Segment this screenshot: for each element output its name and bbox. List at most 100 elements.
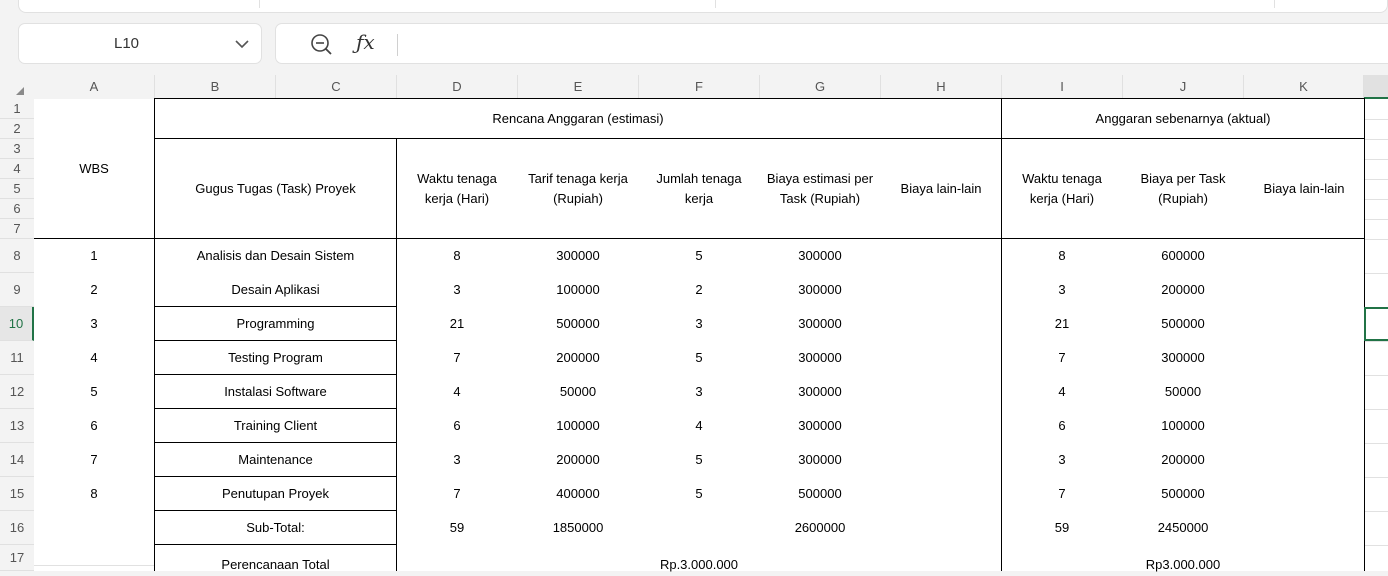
row-header-4[interactable]: 4 — [0, 159, 34, 179]
task-cell-d[interactable]: 3 — [397, 273, 517, 307]
task-cell-f[interactable]: 5 — [639, 443, 759, 477]
task-cell-wbs[interactable]: 1 — [34, 239, 154, 273]
task-cell-j[interactable]: 500000 — [1123, 477, 1243, 511]
task-cell-j[interactable]: 100000 — [1123, 409, 1243, 443]
column-header-d[interactable]: D — [397, 75, 518, 99]
task-cell-i[interactable]: 8 — [1002, 239, 1122, 273]
task-cell-wbs[interactable]: 2 — [34, 273, 154, 307]
task-cell-wbs[interactable]: 5 — [34, 375, 154, 409]
task-cell-i[interactable]: 4 — [1002, 375, 1122, 409]
task-cell-i[interactable]: 3 — [1002, 273, 1122, 307]
actual-cost-header[interactable]: Biaya per Task (Rupiah) — [1130, 139, 1236, 239]
task-cell-d[interactable]: 8 — [397, 239, 517, 273]
column-header-f[interactable]: F — [639, 75, 760, 99]
function-icon[interactable]: ƒx — [356, 30, 375, 54]
row-header-2[interactable]: 2 — [0, 119, 34, 139]
row-header-10[interactable]: 10 — [0, 307, 34, 341]
column-header-e[interactable]: E — [518, 75, 639, 99]
task-cell-j[interactable]: 50000 — [1123, 375, 1243, 409]
task-cell-name[interactable]: Desain Aplikasi — [155, 273, 396, 307]
task-cell-name[interactable]: Programming — [155, 307, 396, 341]
column-header-j[interactable]: J — [1123, 75, 1244, 99]
wbs-header[interactable]: WBS — [34, 99, 154, 239]
row-header-8[interactable]: 8 — [0, 239, 34, 273]
row-header-15[interactable]: 15 — [0, 477, 34, 511]
task-header[interactable]: Gugus Tugas (Task) Proyek — [155, 139, 396, 239]
task-cell-d[interactable]: 3 — [397, 443, 517, 477]
task-cell-wbs[interactable]: 3 — [34, 307, 154, 341]
task-cell-name[interactable]: Analisis dan Desain Sistem — [155, 239, 396, 273]
subtotal-plan-rate[interactable]: 1850000 — [518, 511, 638, 545]
task-cell-g[interactable]: 300000 — [760, 239, 880, 273]
column-header-b[interactable]: B — [155, 75, 276, 99]
task-cell-g[interactable]: 300000 — [760, 443, 880, 477]
plan-time-header[interactable]: Waktu tenaga kerja (Hari) — [404, 139, 510, 239]
task-cell-name[interactable]: Penutupan Proyek — [155, 477, 396, 511]
task-cell-name[interactable]: Testing Program — [155, 341, 396, 375]
actual-other-header[interactable]: Biaya lain-lain — [1244, 139, 1364, 239]
zoom-out-icon[interactable] — [310, 33, 334, 57]
task-cell-g[interactable]: 300000 — [760, 341, 880, 375]
task-cell-d[interactable]: 21 — [397, 307, 517, 341]
row-header-6[interactable]: 6 — [0, 199, 34, 219]
task-cell-e[interactable]: 50000 — [518, 375, 638, 409]
task-cell-d[interactable]: 7 — [397, 477, 517, 511]
actual-group-header[interactable]: Anggaran sebenarnya (aktual) — [1002, 99, 1364, 139]
column-header-h[interactable]: H — [881, 75, 1002, 99]
formula-bar[interactable]: ƒx — [275, 23, 1388, 64]
task-cell-wbs[interactable]: 7 — [34, 443, 154, 477]
row-header-1[interactable]: 1 — [0, 99, 34, 119]
plan-cost-header[interactable]: Biaya estimasi per Task (Rupiah) — [760, 139, 880, 239]
task-cell-g[interactable]: 300000 — [760, 273, 880, 307]
subtotal-plan-time[interactable]: 59 — [397, 511, 517, 545]
row-header-12[interactable]: 12 — [0, 375, 34, 409]
name-box[interactable]: L10 — [18, 23, 262, 64]
row-header-14[interactable]: 14 — [0, 443, 34, 477]
plan-count-header[interactable]: Jumlah tenaga kerja — [645, 139, 753, 239]
task-cell-wbs[interactable]: 8 — [34, 477, 154, 511]
task-cell-g[interactable]: 300000 — [760, 375, 880, 409]
actual-time-header[interactable]: Waktu tenaga kerja (Hari) — [1008, 139, 1116, 239]
row-header-17[interactable]: 17 — [0, 545, 34, 571]
subtotal-plan-cost[interactable]: 2600000 — [760, 511, 880, 545]
task-cell-f[interactable]: 3 — [639, 307, 759, 341]
task-cell-i[interactable]: 3 — [1002, 443, 1122, 477]
column-header-g[interactable]: G — [760, 75, 881, 99]
task-cell-g[interactable]: 500000 — [760, 477, 880, 511]
task-cell-wbs[interactable]: 6 — [34, 409, 154, 443]
task-cell-e[interactable]: 200000 — [518, 341, 638, 375]
task-cell-g[interactable]: 300000 — [760, 409, 880, 443]
task-cell-d[interactable]: 4 — [397, 375, 517, 409]
task-cell-f[interactable]: 5 — [639, 477, 759, 511]
task-cell-d[interactable]: 7 — [397, 341, 517, 375]
column-header-k[interactable]: K — [1244, 75, 1364, 99]
task-cell-e[interactable]: 400000 — [518, 477, 638, 511]
subtotal-actual-cost[interactable]: 2450000 — [1123, 511, 1243, 545]
task-cell-i[interactable]: 6 — [1002, 409, 1122, 443]
row-header-7[interactable]: 7 — [0, 219, 34, 239]
task-cell-name[interactable]: Maintenance — [155, 443, 396, 477]
subtotal-actual-time[interactable]: 59 — [1002, 511, 1122, 545]
task-cell-j[interactable]: 200000 — [1123, 273, 1243, 307]
task-cell-j[interactable]: 300000 — [1123, 341, 1243, 375]
task-cell-f[interactable]: 3 — [639, 375, 759, 409]
total-label[interactable]: Perencanaan Total — [155, 554, 396, 576]
task-cell-e[interactable]: 300000 — [518, 239, 638, 273]
row-header-11[interactable]: 11 — [0, 341, 34, 375]
task-cell-e[interactable]: 500000 — [518, 307, 638, 341]
task-cell-i[interactable]: 21 — [1002, 307, 1122, 341]
task-cell-f[interactable]: 2 — [639, 273, 759, 307]
task-cell-name[interactable]: Instalasi Software — [155, 375, 396, 409]
plan-rate-header[interactable]: Tarif tenaga kerja (Rupiah) — [521, 139, 635, 239]
name-box-value[interactable]: L10 — [19, 24, 234, 63]
task-cell-j[interactable]: 200000 — [1123, 443, 1243, 477]
column-header-l[interactable] — [1364, 75, 1388, 99]
plan-group-header[interactable]: Rencana Anggaran (estimasi) — [155, 99, 1001, 139]
task-cell-j[interactable]: 600000 — [1123, 239, 1243, 273]
row-header-5[interactable]: 5 — [0, 179, 34, 199]
selected-cell[interactable] — [1364, 307, 1388, 341]
task-cell-f[interactable]: 5 — [639, 341, 759, 375]
total-plan[interactable]: Rp.3.000.000 — [397, 554, 1001, 576]
task-cell-g[interactable]: 300000 — [760, 307, 880, 341]
column-header-i[interactable]: I — [1002, 75, 1123, 99]
